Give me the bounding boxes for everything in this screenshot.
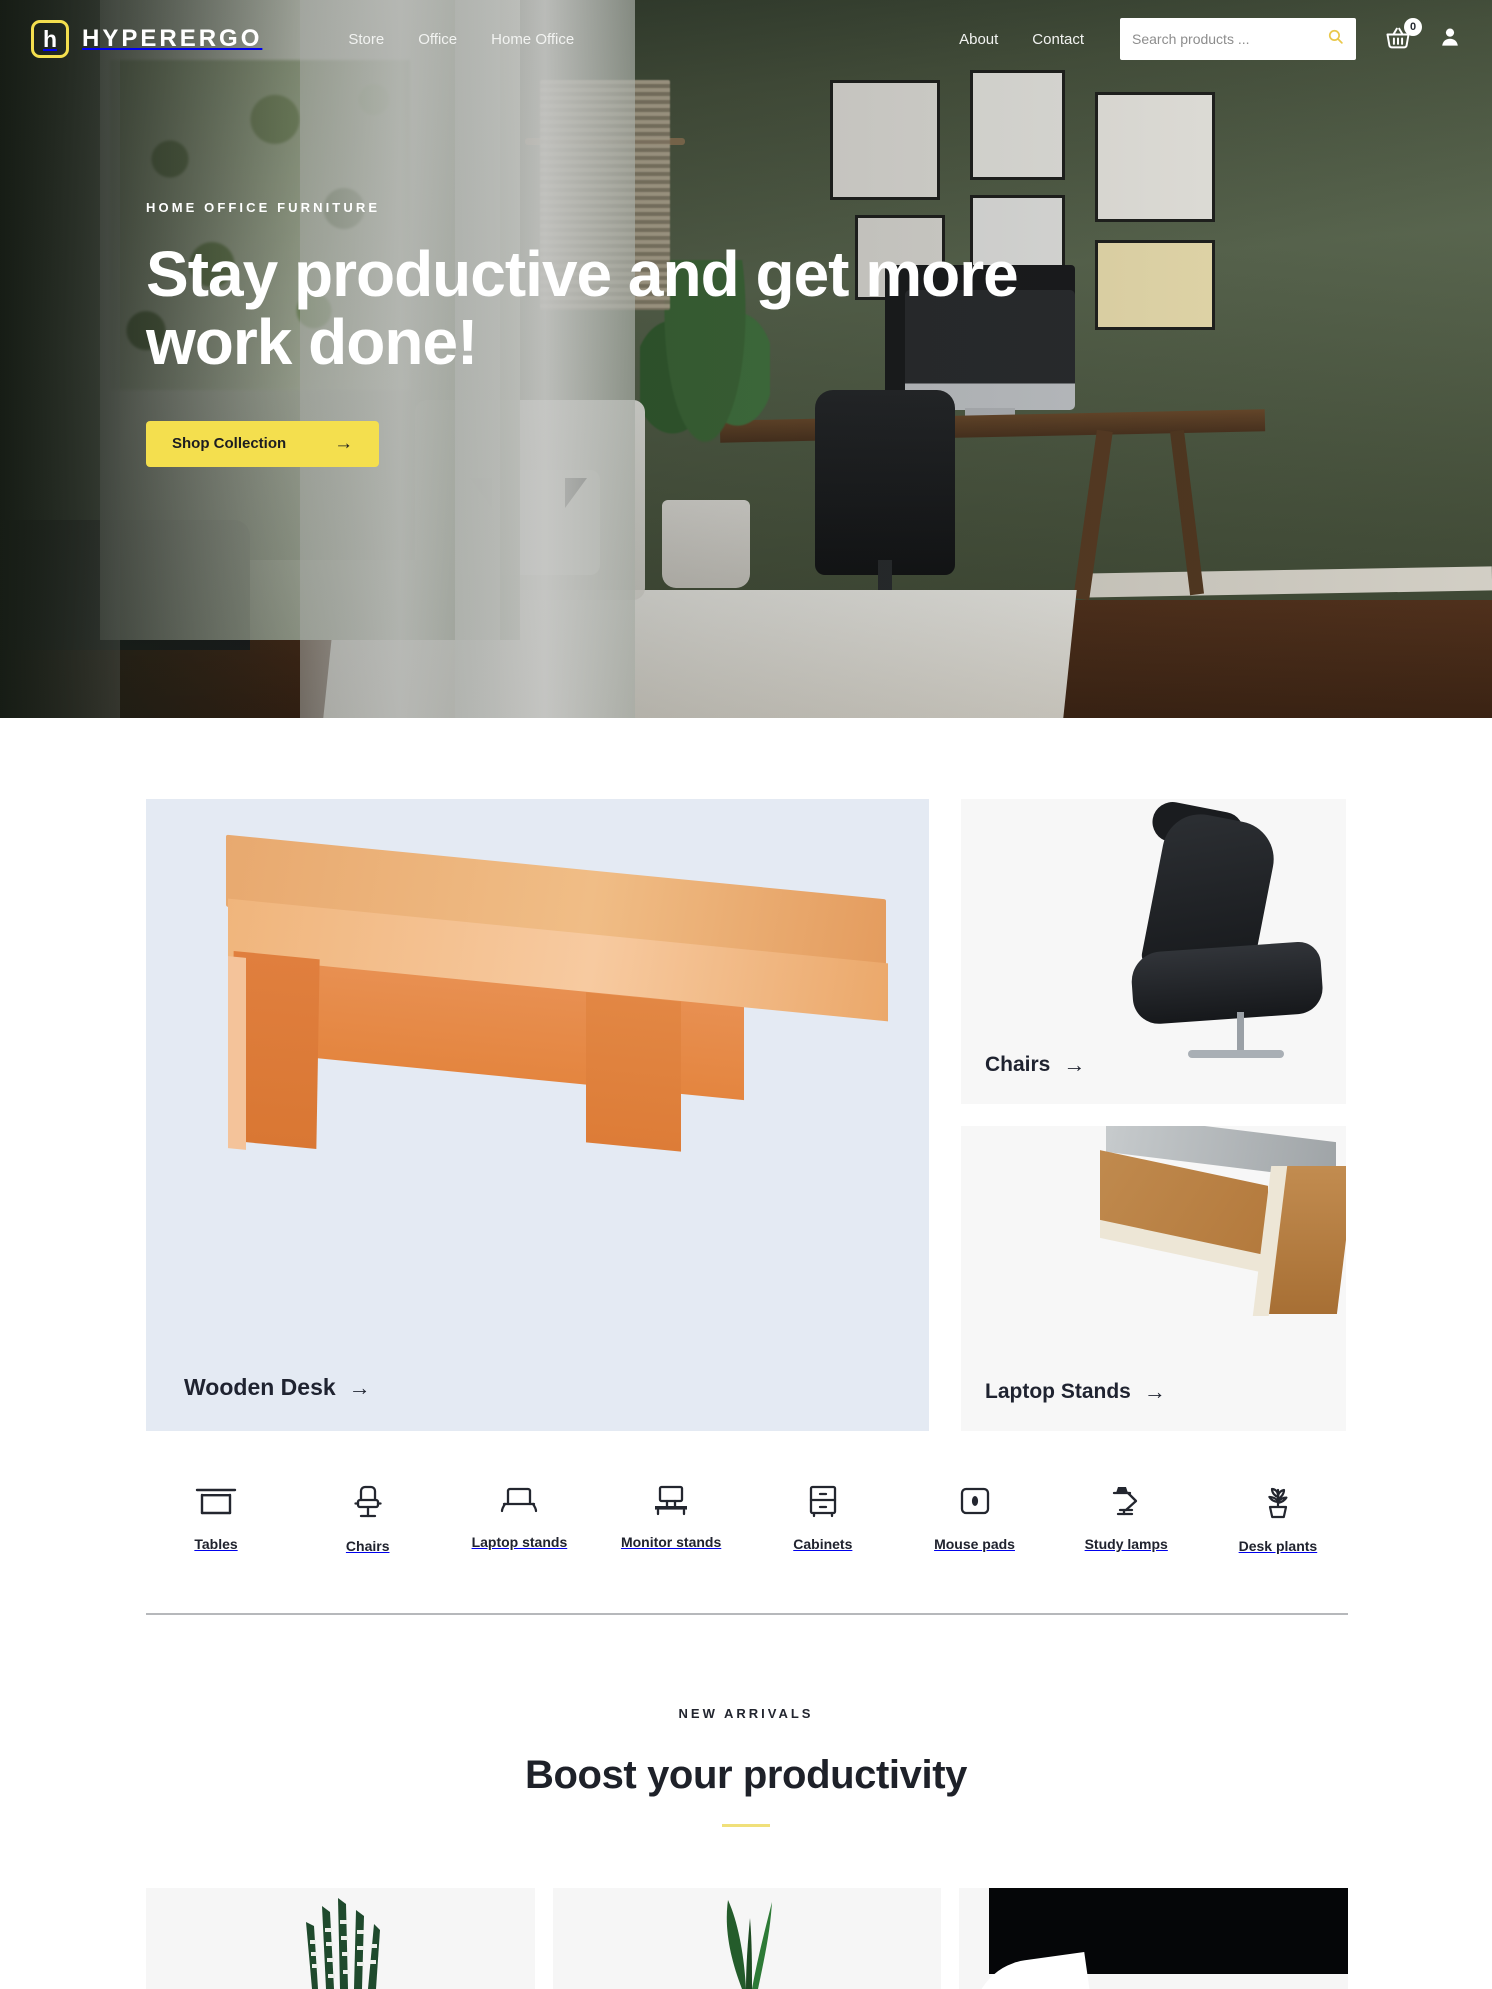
category-label: Mouse pads: [934, 1536, 1015, 1552]
category-chairs[interactable]: Chairs: [298, 1483, 438, 1554]
category-label: Desk plants: [1238, 1538, 1318, 1554]
brand-logo[interactable]: h HYPERERGO: [31, 20, 262, 58]
laptop-icon: [501, 1487, 538, 1513]
product-grid: [146, 1888, 1348, 1989]
category-card-label: Wooden Desk →: [184, 1374, 371, 1401]
green-leaf-plant-image: [726, 1900, 772, 1989]
office-chair-image: [1016, 799, 1336, 1067]
section-divider: [146, 1613, 1348, 1615]
account-button[interactable]: [1438, 25, 1462, 54]
nav-link-home-office[interactable]: Home Office: [491, 31, 574, 48]
category-icon-strip: Tables Chairs Laptop stands Monitor stan…: [146, 1483, 1348, 1554]
office-chair-icon: [354, 1485, 382, 1518]
desk-lamp-icon: [1113, 1487, 1138, 1516]
category-mouse-pads[interactable]: Mouse pads: [905, 1483, 1045, 1552]
nav-link-store[interactable]: Store: [348, 31, 384, 48]
category-label: Laptop stands: [471, 1534, 568, 1550]
category-card-label: Chairs →: [985, 1052, 1085, 1078]
shop-collection-button[interactable]: Shop Collection →: [146, 420, 380, 467]
primary-nav-links: Store Office Home Office: [348, 31, 574, 48]
category-card-wooden-desk[interactable]: Wooden Desk →: [146, 799, 929, 1431]
arrow-right-icon: →: [1063, 1052, 1086, 1077]
user-account-icon: [1442, 28, 1458, 46]
logo-mark-icon: h: [31, 20, 69, 58]
category-laptop-stands[interactable]: Laptop stands: [449, 1483, 589, 1550]
arrow-right-icon: →: [1143, 1379, 1166, 1404]
arrow-right-icon: →: [334, 432, 354, 454]
chairs-label: Chairs: [985, 1053, 1051, 1076]
logo-letter: h: [42, 25, 58, 52]
search-icon[interactable]: [1327, 28, 1344, 50]
category-cabinets[interactable]: Cabinets: [753, 1483, 893, 1552]
arrivals-accent-rule: [722, 1824, 770, 1827]
category-label: Chairs: [345, 1538, 390, 1554]
arrow-right-icon: →: [348, 1374, 371, 1400]
cart-count-badge: 0: [1404, 18, 1422, 36]
search-box[interactable]: [1120, 18, 1356, 60]
category-card-label: Laptop Stands →: [985, 1379, 1166, 1405]
mouse-pad-icon: [960, 1487, 989, 1515]
category-tables[interactable]: Tables: [146, 1483, 286, 1552]
product-card-snake-plant[interactable]: [146, 1888, 535, 1989]
secondary-nav-links: About Contact: [959, 31, 1084, 48]
product-card-dark-product[interactable]: [959, 1888, 1348, 1989]
category-cards-grid: Wooden Desk → Chairs → Laptop Stands →: [146, 799, 1346, 1431]
nav-action-icons: 0: [1384, 18, 1462, 54]
snake-plant-image: [306, 1898, 381, 1989]
main-navigation: h HYPERERGO Store Office Home Office Abo…: [0, 0, 1492, 78]
category-label: Cabinets: [793, 1536, 853, 1552]
category-card-laptop-stands[interactable]: Laptop Stands →: [961, 1126, 1346, 1431]
shop-collection-label: Shop Collection: [172, 435, 287, 453]
search-input[interactable]: [1132, 31, 1327, 47]
hero-section: h HYPERERGO Store Office Home Office Abo…: [0, 0, 1492, 718]
wooden-desk-label: Wooden Desk: [184, 1374, 336, 1400]
cabinet-drawers-icon: [809, 1485, 836, 1518]
potted-plant-icon: [1268, 1487, 1288, 1519]
arrivals-eyebrow: NEW ARRIVALS: [678, 1706, 814, 1721]
nav-link-contact[interactable]: Contact: [1032, 31, 1084, 48]
hero-eyebrow: HOME OFFICE FURNITURE: [146, 200, 381, 215]
laptop-stand-image: [1024, 1126, 1346, 1356]
table-icon: [195, 1488, 237, 1515]
category-desk-plants[interactable]: Desk plants: [1208, 1483, 1348, 1554]
category-label: Study lamps: [1084, 1536, 1168, 1552]
category-monitor-stands[interactable]: Monitor stands: [601, 1483, 741, 1550]
product-card-leaf-plant[interactable]: [552, 1888, 942, 1989]
hero-title: Stay productive and get more work done!: [146, 238, 1019, 378]
cart-button[interactable]: 0: [1384, 18, 1422, 54]
brand-name: HYPERERGO: [82, 25, 263, 52]
category-card-chairs[interactable]: Chairs →: [961, 799, 1346, 1104]
new-arrivals-section: NEW ARRIVALS Boost your productivity: [0, 1706, 1492, 1827]
wooden-desk-image: [206, 834, 926, 1247]
nav-link-about[interactable]: About: [959, 31, 998, 48]
monitor-stand-icon: [655, 1485, 688, 1516]
hero-copy: HOME OFFICE FURNITURE Stay productive an…: [146, 200, 1066, 467]
laptop-stands-label: Laptop Stands: [985, 1380, 1131, 1403]
category-study-lamps[interactable]: Study lamps: [1056, 1483, 1196, 1552]
category-label: Tables: [194, 1536, 238, 1552]
arrivals-title: Boost your productivity: [525, 1753, 967, 1797]
category-label: Monitor stands: [620, 1534, 722, 1550]
nav-link-office[interactable]: Office: [418, 31, 457, 48]
